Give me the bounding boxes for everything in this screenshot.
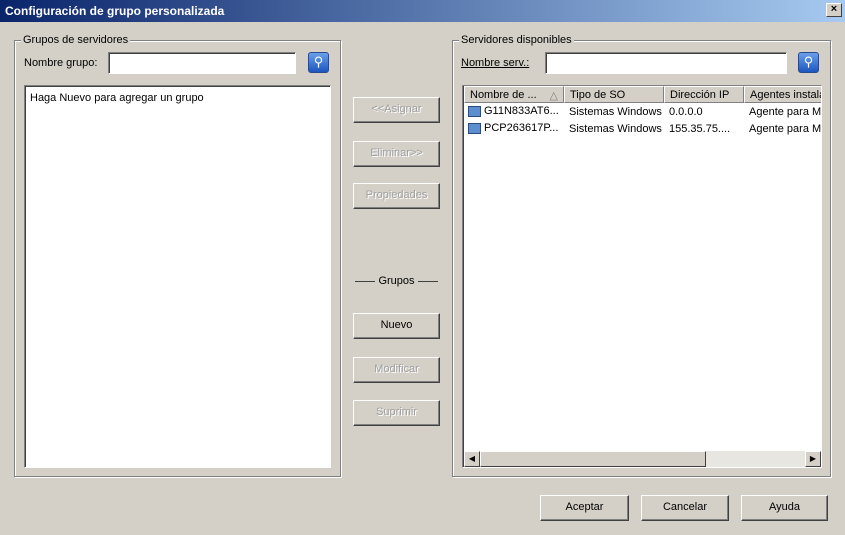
search-icon: ⚲ bbox=[313, 54, 324, 69]
ok-button[interactable]: Aceptar bbox=[540, 495, 629, 521]
modify-button[interactable]: Modificar bbox=[353, 357, 440, 383]
window-title: Configuración de grupo personalizada bbox=[5, 4, 225, 18]
computer-icon bbox=[468, 105, 481, 117]
groups-list[interactable]: Haga Nuevo para agregar un grupo bbox=[24, 85, 331, 468]
scroll-left-icon[interactable]: ◀ bbox=[464, 451, 480, 467]
horizontal-scrollbar[interactable]: ◀ ▶ bbox=[464, 451, 821, 467]
available-servers-legend: Servidores disponibles bbox=[459, 34, 574, 46]
search-icon: ⚲ bbox=[803, 54, 814, 69]
close-button[interactable]: × bbox=[826, 3, 842, 17]
server-groups-legend: Grupos de servidores bbox=[21, 34, 131, 46]
groups-separator: Grupos bbox=[353, 275, 440, 287]
properties-button[interactable]: Propiedades bbox=[353, 183, 440, 209]
table-row[interactable]: PCP263617P... Sistemas Windows 155.35.75… bbox=[464, 121, 821, 138]
cancel-button[interactable]: Cancelar bbox=[641, 495, 729, 521]
new-button[interactable]: Nuevo bbox=[353, 313, 440, 339]
search-server-button[interactable]: ⚲ bbox=[798, 52, 819, 73]
table-row[interactable]: G11N833AT6... Sistemas Windows 0.0.0.0 A… bbox=[464, 104, 821, 121]
help-button[interactable]: Ayuda bbox=[741, 495, 828, 521]
search-group-button[interactable]: ⚲ bbox=[308, 52, 329, 73]
assign-button[interactable]: <<Asignar bbox=[353, 97, 440, 123]
scroll-right-icon[interactable]: ▶ bbox=[805, 451, 821, 467]
scrollbar-thumb[interactable] bbox=[480, 451, 706, 467]
server-name-label: Nombre serv.: bbox=[461, 57, 530, 69]
groups-list-hint: Haga Nuevo para agregar un grupo bbox=[30, 92, 204, 104]
title-bar: Configuración de grupo personalizada bbox=[0, 0, 845, 22]
remove-button[interactable]: Eliminar>> bbox=[353, 141, 440, 167]
column-header-os[interactable]: Tipo de SO bbox=[564, 86, 664, 103]
computer-icon bbox=[468, 122, 481, 134]
servers-list[interactable]: Nombre de ... △ Tipo de SO Dirección IP A… bbox=[462, 85, 822, 468]
server-name-input[interactable] bbox=[545, 52, 787, 74]
column-header-agents[interactable]: Agentes instala bbox=[744, 86, 821, 103]
groups-label: Grupos bbox=[378, 275, 415, 287]
delete-button[interactable]: Suprimir bbox=[353, 400, 440, 426]
sort-ascending-icon: △ bbox=[549, 90, 558, 102]
group-name-label: Nombre grupo: bbox=[24, 57, 98, 69]
column-header-name[interactable]: Nombre de ... △ bbox=[464, 86, 564, 103]
column-header-ip[interactable]: Dirección IP bbox=[664, 86, 744, 103]
group-name-input[interactable] bbox=[108, 52, 296, 74]
